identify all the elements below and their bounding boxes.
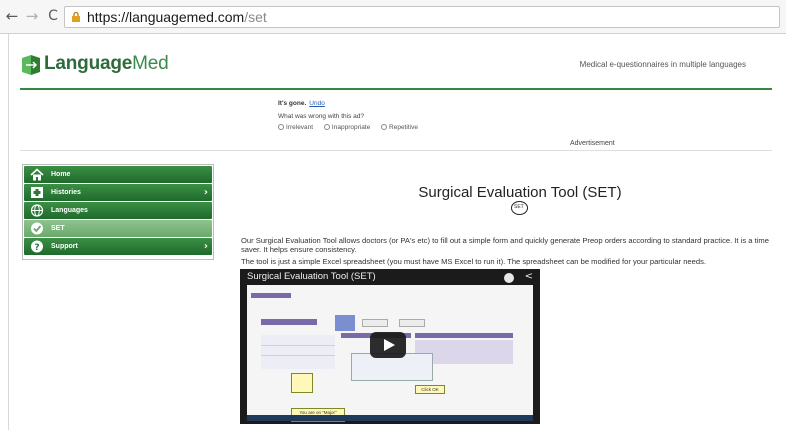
sheet-rows [261, 335, 335, 369]
sidebar-item-label: Support [51, 243, 78, 250]
home-icon [30, 168, 44, 181]
sheet-header [415, 333, 513, 338]
forward-arrow-icon[interactable]: → [24, 8, 40, 24]
svg-text:?: ? [34, 243, 39, 253]
check-icon [31, 222, 43, 235]
undo-link[interactable]: Undo [309, 100, 325, 107]
lock-icon [72, 11, 80, 22]
logo-mark-icon [22, 55, 40, 75]
address-bar[interactable]: https://languagemed.com/set [64, 6, 780, 28]
option-inappropriate[interactable]: Inappropriate [323, 124, 370, 131]
callout-click-ok: Click OK [415, 385, 445, 394]
intro-paragraph: Our Surgical Evaluation Tool allows doct… [241, 236, 769, 254]
sidebar-item-support[interactable]: ? Support › [24, 238, 212, 255]
sidebar-item-label: Languages [51, 207, 88, 214]
browser-toolbar: ← → C https://languagemed.com/set [0, 0, 786, 34]
sheet-box [399, 319, 425, 327]
sidebar-item-label: SET [51, 225, 65, 232]
sidebar-item-home[interactable]: Home [24, 166, 212, 183]
back-arrow-icon[interactable]: ← [4, 8, 20, 24]
logo-wordmark: LanguageMed [44, 53, 169, 74]
sidebar-item-set[interactable]: SET [24, 220, 212, 237]
play-icon [384, 339, 395, 351]
ad-feedback-question: What was wrong with this ad? [278, 113, 364, 120]
radio-icon[interactable] [278, 124, 284, 130]
sheet-button [335, 315, 355, 331]
chevron-right-icon: › [203, 241, 208, 252]
radio-icon[interactable] [323, 124, 330, 130]
sidebar-item-label: Home [51, 171, 71, 178]
video-player[interactable]: Click OK You are on "Major" page Surgica… [240, 269, 540, 424]
ad-gone-text: It's gone. [278, 100, 307, 107]
play-button[interactable] [370, 332, 406, 358]
sidebar-item-label: Histories [51, 189, 81, 196]
ad-feedback-options: Irrelevant Inappropriate Repetitive [278, 124, 427, 131]
sidebar-item-languages[interactable]: Languages [24, 202, 212, 219]
reload-icon[interactable]: C [45, 8, 61, 24]
radio-icon[interactable] [381, 124, 388, 130]
page-title: Surgical Evaluation Tool (SET) [418, 184, 622, 201]
sidebar-item-histories[interactable]: Histories › [24, 184, 212, 201]
question-icon: ? [31, 240, 43, 253]
ad-removed-notice: It's gone. Undo [278, 100, 325, 107]
globe-icon [30, 204, 44, 217]
chevron-right-icon: › [203, 187, 208, 198]
tool-note-paragraph: The tool is just a simple Excel spreadsh… [241, 257, 706, 266]
option-repetitive[interactable]: Repetitive [381, 124, 418, 131]
video-taskbar [247, 415, 533, 421]
sidebar-nav: Home Histories › Languages SET ? Support… [22, 164, 214, 260]
grid-line [261, 345, 335, 346]
option-irrelevant[interactable]: Irrelevant [278, 124, 313, 131]
site-logo[interactable]: LanguageMed [20, 52, 180, 78]
cursor-highlight-icon: SET [511, 201, 528, 215]
header-divider [20, 88, 772, 90]
advertisement-divider [20, 150, 772, 151]
sheet-box [362, 319, 388, 327]
callout-note [291, 373, 313, 393]
medical-cross-icon [31, 187, 43, 198]
advertisement-label: Advertisement [570, 140, 615, 147]
site-tagline: Medical e-questionnaires in multiple lan… [579, 60, 746, 69]
url-text: https://languagemed.com/set [87, 9, 267, 25]
sheet-header [261, 319, 317, 325]
grid-line [261, 355, 335, 356]
share-icon[interactable]: < [525, 271, 533, 282]
video-title[interactable]: Surgical Evaluation Tool (SET) [247, 271, 376, 282]
watch-later-icon[interactable] [504, 273, 514, 283]
sheet-tab [251, 293, 291, 298]
